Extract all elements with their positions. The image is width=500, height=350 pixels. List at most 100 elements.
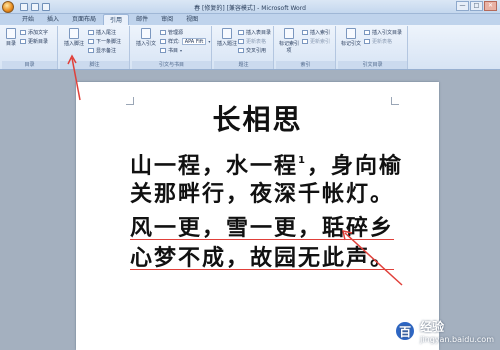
next-footnote-icon bbox=[88, 39, 94, 44]
tab-page-layout[interactable]: 页面布局 bbox=[66, 14, 102, 25]
endnote-icon bbox=[88, 30, 94, 35]
manage-sources-icon bbox=[160, 30, 166, 35]
insert-endnote-button[interactable]: 插入尾注 bbox=[88, 29, 116, 36]
group-label-index: 索引 bbox=[276, 61, 335, 69]
group-label-toa: 引文目录 bbox=[338, 61, 407, 69]
update-table-label: 更新表格 bbox=[246, 39, 267, 45]
ribbon: 目录 添加文字 更新目录 目录 插入脚注 插入尾注 下一条脚注 显示备注 脚注 bbox=[0, 25, 500, 70]
group-index: 标记索引项 插入索引 更新索引 索引 bbox=[276, 26, 336, 69]
style-select[interactable]: 样式: APA Fift ▾ bbox=[160, 38, 210, 45]
maximize-button[interactable]: □ bbox=[470, 1, 483, 11]
poem-title: 长相思 bbox=[212, 103, 303, 136]
citation-icon bbox=[141, 28, 151, 39]
group-toa: 标记引文 插入引文目录 更新表格 引文目录 bbox=[338, 26, 408, 69]
insert-caption-button[interactable]: 插入题注 bbox=[216, 28, 238, 47]
group-toc: 目录 添加文字 更新目录 目录 bbox=[2, 26, 58, 69]
insert-table-of-figures-button[interactable]: 插入表目录 bbox=[238, 29, 271, 36]
poem-line-4: 心梦不成，故园无此声。 bbox=[130, 246, 395, 271]
ribbon-tabs: 开始 插入 页面布局 引用 邮件 审阅 视图 bbox=[0, 14, 500, 25]
window-controls: — □ ✕ bbox=[456, 1, 497, 11]
cross-reference-icon bbox=[238, 48, 244, 53]
tab-home[interactable]: 开始 bbox=[16, 14, 40, 25]
show-notes-button[interactable]: 显示备注 bbox=[88, 47, 116, 54]
update-toa-button[interactable]: 更新表格 bbox=[364, 38, 392, 45]
update-index-button[interactable]: 更新索引 bbox=[302, 38, 330, 45]
insert-citation-label: 插入引文 bbox=[135, 41, 156, 47]
watermark-brand: 经验 bbox=[420, 320, 445, 334]
footnote-reference[interactable]: 1 bbox=[298, 155, 307, 166]
update-toc-label: 更新目录 bbox=[28, 39, 49, 45]
manage-sources-label: 管理源 bbox=[168, 30, 184, 36]
style-label: 样式: bbox=[168, 39, 180, 45]
update-index-icon bbox=[302, 39, 308, 44]
update-table-icon bbox=[238, 39, 244, 44]
baidu-paw-icon: 百 bbox=[394, 320, 417, 342]
next-footnote-label: 下一条脚注 bbox=[96, 39, 122, 45]
mark-citation-button[interactable]: 标记引文 bbox=[340, 28, 362, 47]
insert-toa-label: 插入引文目录 bbox=[372, 30, 403, 36]
group-label-footnotes: 脚注 bbox=[60, 61, 129, 69]
group-citations: 插入引文 管理源 样式: APA Fift ▾ 书目 ▾ 引文与书目 bbox=[132, 26, 212, 69]
insert-toa-button[interactable]: 插入引文目录 bbox=[364, 29, 402, 36]
insert-index-icon bbox=[302, 30, 308, 35]
update-index-label: 更新索引 bbox=[310, 39, 331, 45]
insert-caption-label: 插入题注 bbox=[216, 41, 237, 47]
poem-line-2: 关那畔行，夜深千帐灯。 bbox=[130, 182, 395, 207]
tab-insert[interactable]: 插入 bbox=[41, 14, 65, 25]
update-toc-icon bbox=[20, 39, 26, 44]
insert-footnote-label: 插入脚注 bbox=[63, 41, 84, 47]
next-footnote-button[interactable]: 下一条脚注 bbox=[88, 38, 121, 45]
group-label-toc: 目录 bbox=[2, 61, 57, 69]
watermark-text: 经验 jingyan.baidu.com bbox=[420, 318, 494, 344]
toc-label: 目录 bbox=[5, 41, 16, 47]
tab-mailings[interactable]: 邮件 bbox=[130, 14, 154, 25]
mark-entry-button[interactable]: 标记索引项 bbox=[278, 28, 300, 54]
show-notes-icon bbox=[88, 48, 94, 53]
insert-endnote-label: 插入尾注 bbox=[96, 30, 117, 36]
group-label-citations: 引文与书目 bbox=[132, 61, 211, 69]
footnote-icon bbox=[69, 28, 79, 39]
bibliography-label: 书目 bbox=[168, 48, 179, 54]
show-notes-label: 显示备注 bbox=[96, 48, 117, 54]
add-text-icon bbox=[20, 30, 26, 35]
watermark-site: jingyan.baidu.com bbox=[420, 335, 494, 344]
insert-footnote-button[interactable]: 插入脚注 bbox=[62, 28, 86, 47]
caption-icon bbox=[222, 28, 232, 39]
document-page[interactable]: 长相思 山一程，水一程1，身向榆 关那畔行，夜深千帐灯。 风一更，雪一更，聒碎乡… bbox=[76, 82, 439, 350]
insert-toa-icon bbox=[364, 30, 370, 35]
chevron-down-icon: ▾ bbox=[208, 39, 211, 44]
close-button[interactable]: ✕ bbox=[484, 1, 497, 11]
group-captions: 插入题注 插入表目录 更新表格 交叉引用 题注 bbox=[214, 26, 274, 69]
style-icon bbox=[160, 39, 166, 44]
add-text-button[interactable]: 添加文字 bbox=[20, 29, 48, 36]
update-toa-icon bbox=[364, 39, 370, 44]
table-of-figures-icon bbox=[238, 30, 244, 35]
mark-entry-label: 标记索引项 bbox=[278, 41, 299, 54]
insert-table-of-figures-label: 插入表目录 bbox=[246, 30, 272, 36]
insert-index-label: 插入索引 bbox=[310, 30, 331, 36]
chevron-down-icon: ▾ bbox=[180, 48, 183, 53]
insert-citation-button[interactable]: 插入引文 bbox=[134, 28, 158, 47]
toc-button[interactable]: 目录 bbox=[4, 28, 18, 47]
mark-citation-icon bbox=[346, 28, 356, 39]
cross-reference-button[interactable]: 交叉引用 bbox=[238, 47, 266, 54]
poem-line-3: 风一更，雪一更，聒碎乡 bbox=[130, 216, 395, 241]
insert-index-button[interactable]: 插入索引 bbox=[302, 29, 330, 36]
tab-review[interactable]: 审阅 bbox=[155, 14, 179, 25]
bibliography-icon bbox=[160, 48, 166, 53]
update-table-button[interactable]: 更新表格 bbox=[238, 38, 266, 45]
tab-view[interactable]: 视图 bbox=[180, 14, 204, 25]
mark-citation-label: 标记引文 bbox=[340, 41, 361, 47]
update-toa-label: 更新表格 bbox=[372, 39, 393, 45]
manage-sources-button[interactable]: 管理源 bbox=[160, 29, 183, 36]
bibliography-button[interactable]: 书目 ▾ bbox=[160, 47, 182, 54]
add-text-label: 添加文字 bbox=[28, 30, 49, 36]
window-title: 春 [修复的] [兼容模式] - Microsoft Word bbox=[194, 5, 306, 12]
watermark: 百 经验 jingyan.baidu.com bbox=[394, 318, 494, 344]
group-footnotes: 插入脚注 插入尾注 下一条脚注 显示备注 脚注 bbox=[60, 26, 130, 69]
update-toc-button[interactable]: 更新目录 bbox=[20, 38, 48, 45]
tab-references[interactable]: 引用 bbox=[103, 14, 130, 25]
minimize-button[interactable]: — bbox=[456, 1, 469, 11]
title-bar: 春 [修复的] [兼容模式] - Microsoft Word — □ ✕ bbox=[0, 0, 500, 14]
group-label-captions: 题注 bbox=[214, 61, 273, 69]
